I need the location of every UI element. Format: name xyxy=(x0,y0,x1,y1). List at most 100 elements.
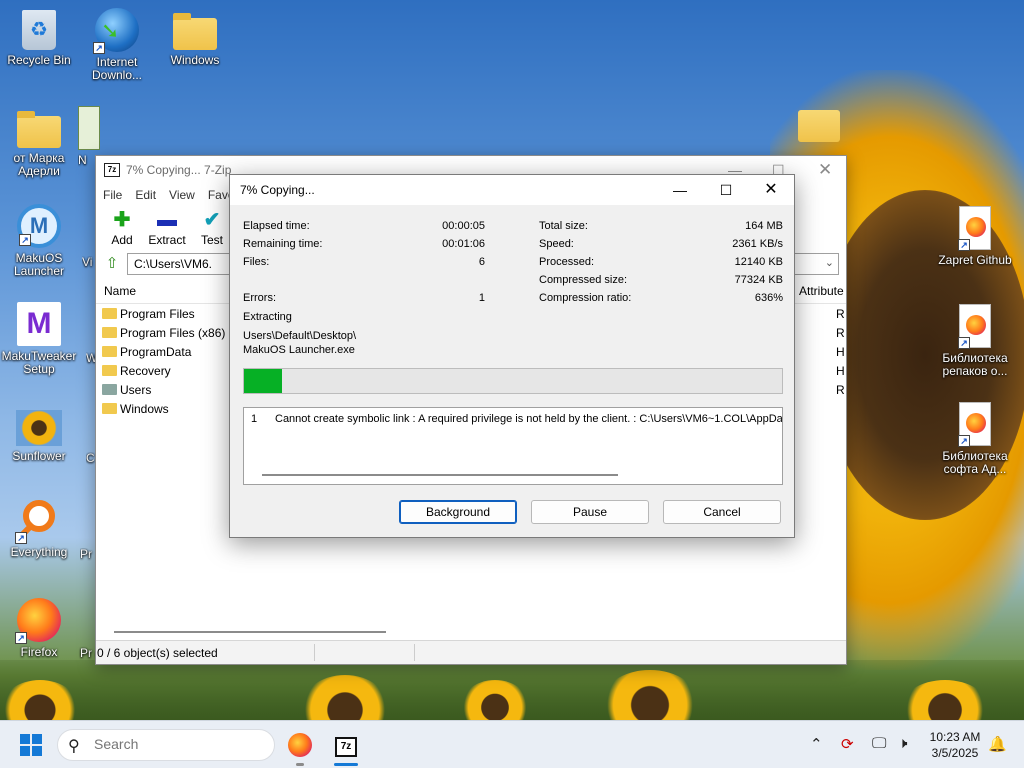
desktop-icon-makuos-launcher[interactable]: M ↗ MakuOS Launcher xyxy=(0,204,78,278)
cancel-button[interactable]: Cancel xyxy=(663,500,781,524)
test-button[interactable]: ✔ Test xyxy=(192,206,232,250)
total-size-value: 164 MB xyxy=(745,220,783,232)
update-icon[interactable]: ⟳ xyxy=(841,735,854,753)
globe-download-icon: ➘ ↗ xyxy=(93,8,139,54)
speed-value: 2361 KB/s xyxy=(732,238,783,250)
menu-file[interactable]: File xyxy=(103,188,122,202)
folder-icon xyxy=(102,308,117,319)
chevron-down-icon[interactable]: ⌄ xyxy=(825,256,834,269)
taskbar-search[interactable]: ⚲ xyxy=(57,729,275,761)
desktop-icon-sunflower[interactable]: Sunflower xyxy=(0,406,78,463)
desktop-icon-windows-folder[interactable]: Windows xyxy=(156,8,234,67)
copy-progress-dialog[interactable]: 7% Copying... — ☐ ✕ Elapsed time: 00:00:… xyxy=(229,174,795,538)
folder-icon xyxy=(102,346,117,357)
windows-start-icon[interactable] xyxy=(20,734,42,756)
close-icon[interactable]: ✕ xyxy=(748,178,794,202)
desktop-icon-recycle-bin[interactable]: ♻ Recycle Bin xyxy=(0,10,78,67)
shortcut-arrow-icon: ↗ xyxy=(93,42,105,54)
menu-view[interactable]: View xyxy=(169,188,195,202)
firefox-file-icon: ↗ xyxy=(958,304,991,349)
firefox-icon xyxy=(288,733,312,757)
files-label: Files: xyxy=(243,256,270,268)
progress-bar xyxy=(243,368,783,394)
desktop-icon-software-library[interactable]: ↗ Библиотека софта Ад... xyxy=(936,402,1014,476)
shortcut-arrow-icon: ↗ xyxy=(958,435,970,447)
desktop-icon-partial-pr[interactable]: Pr xyxy=(80,548,96,561)
folder-icon xyxy=(17,111,61,148)
search-input[interactable] xyxy=(94,736,264,752)
compressed-size-label: Compressed size: xyxy=(539,274,628,286)
log-horizontal-scrollbar[interactable] xyxy=(262,474,618,476)
errors-value: 1 xyxy=(478,292,485,304)
column-attributes[interactable]: Attribute xyxy=(799,284,844,298)
current-file-name: MakuOS Launcher.exe xyxy=(243,344,355,356)
check-icon: ✔ xyxy=(203,209,221,231)
sunflower-image-icon xyxy=(16,410,62,446)
firefox-file-icon: ↗ xyxy=(958,402,991,447)
dialog-title-bar[interactable]: 7% Copying... — ☐ ✕ xyxy=(230,175,794,205)
clock-time: 10:23 AM xyxy=(929,730,981,744)
desktop-icon-repack-library[interactable]: ↗ Библиотека репаков о... xyxy=(936,304,1014,378)
progress-fill xyxy=(244,369,282,393)
desktop-icon-partial-vi[interactable]: Vi xyxy=(82,256,96,269)
start-tile xyxy=(20,746,30,756)
volume-muted-icon[interactable]: 🕨 xyxy=(898,735,907,752)
desktop-icon-makutweaker-setup[interactable]: M MakuTweaker Setup xyxy=(0,302,78,376)
speed-label: Speed: xyxy=(539,238,574,250)
status-divider xyxy=(314,644,315,661)
desktop-icon-mark-folder[interactable]: от Марка Адерли xyxy=(0,106,78,178)
compression-ratio-label: Compression ratio: xyxy=(539,292,632,304)
error-log[interactable]: 1 Cannot create symbolic link : A requir… xyxy=(243,407,783,485)
log-row-message: Cannot create symbolic link : A required… xyxy=(275,413,783,425)
start-tile xyxy=(20,734,30,744)
shortcut-arrow-icon: ↗ xyxy=(15,532,27,544)
folder-icon xyxy=(102,365,117,376)
add-button[interactable]: ✚ Add xyxy=(102,206,142,250)
chevron-up-icon[interactable]: ⌃ xyxy=(810,735,823,753)
folder-icon xyxy=(102,327,117,338)
files-value: 6 xyxy=(478,256,485,268)
main-window-title: 7% Copying... 7-Zip xyxy=(126,163,232,177)
column-name[interactable]: Name xyxy=(104,284,136,298)
taskbar-7zip[interactable]: 7z xyxy=(330,729,362,761)
remaining-time-value: 00:01:06 xyxy=(442,238,485,250)
selection-status: 0 / 6 object(s) selected xyxy=(97,646,218,660)
status-divider xyxy=(414,644,415,661)
current-path-line1: Users\Default\Desktop\ xyxy=(243,330,357,342)
processed-value: 12140 KB xyxy=(734,256,783,268)
processed-label: Processed: xyxy=(539,256,595,268)
system-clock[interactable]: 10:23 AM 3/5/2025 xyxy=(925,729,985,761)
users-folder-icon xyxy=(102,384,117,395)
desktop-icon-internet-download[interactable]: ➘ ↗ Internet Downlo... xyxy=(78,8,156,82)
start-tile xyxy=(32,746,42,756)
desktop-icon-zapret-github[interactable]: ↗ Zapret Github xyxy=(936,206,1014,267)
firefox-file-icon: ↗ xyxy=(958,206,991,251)
pause-button[interactable]: Pause xyxy=(531,500,649,524)
status-bar: 0 / 6 object(s) selected xyxy=(96,640,846,664)
folder-icon xyxy=(173,13,217,50)
folder-icon[interactable] xyxy=(798,110,840,142)
desktop-icon-everything[interactable]: ↗ Everything xyxy=(0,498,78,559)
notification-bell-icon[interactable]: 🔔 xyxy=(988,735,1007,753)
network-icon[interactable]: 🖵 xyxy=(872,735,886,752)
shortcut-arrow-icon: ↗ xyxy=(19,234,31,246)
running-indicator xyxy=(296,763,304,766)
up-folder-icon[interactable]: ⇧ xyxy=(101,253,123,275)
close-icon[interactable]: ✕ xyxy=(818,160,832,180)
errors-label: Errors: xyxy=(243,292,276,304)
folder-icon xyxy=(102,403,117,414)
taskbar: ⚲ 7z ⌃ ⟳ 🖵 🕨 10:23 AM 3/5/2025 🔔 xyxy=(0,720,1024,768)
background-button[interactable]: Background xyxy=(399,500,517,524)
recycle-bin-icon: ♻ xyxy=(22,10,56,50)
maximize-icon[interactable]: ☐ xyxy=(703,178,749,202)
extract-button[interactable]: ▬ Extract xyxy=(146,206,188,250)
taskbar-firefox[interactable] xyxy=(284,729,316,761)
menu-edit[interactable]: Edit xyxy=(135,188,156,202)
active-indicator xyxy=(334,763,358,766)
horizontal-scrollbar[interactable] xyxy=(114,631,386,633)
elapsed-time-value: 00:00:05 xyxy=(442,220,485,232)
clock-date: 3/5/2025 xyxy=(931,746,979,760)
minimize-icon[interactable]: — xyxy=(657,178,703,202)
desktop-icon-firefox[interactable]: ↗ Firefox xyxy=(0,598,78,659)
operation-label: Extracting xyxy=(243,311,292,323)
